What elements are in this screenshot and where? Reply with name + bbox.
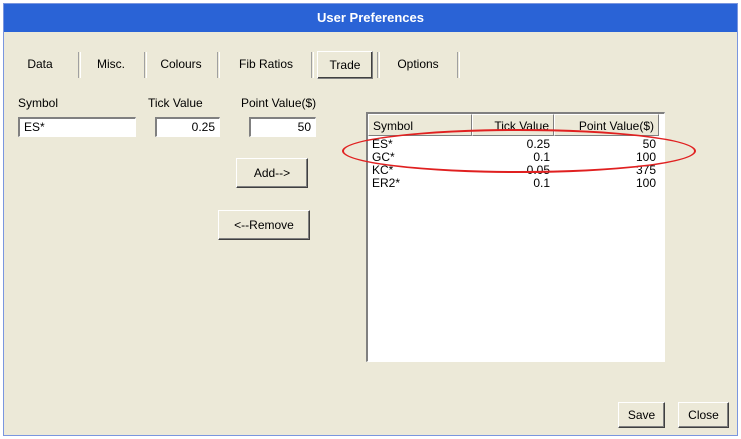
dialog-title: User Preferences (4, 4, 737, 32)
tab-separator (457, 52, 460, 78)
tab-misc[interactable]: Misc. (84, 50, 138, 78)
tab-separator (217, 52, 220, 78)
tab-separator (144, 52, 147, 78)
user-preferences-dialog: User Preferences Data Misc. Colours Fib … (3, 3, 738, 436)
list-item[interactable]: ES* 0.25 50 (368, 138, 664, 151)
symbol-label: Symbol (18, 96, 59, 110)
list-item[interactable]: KC* 0.05 375 (368, 164, 664, 177)
tab-trade[interactable]: Trade (317, 51, 373, 79)
tab-fib-ratios[interactable]: Fib Ratios (224, 50, 308, 78)
column-header-tick-value[interactable]: Tick Value (472, 114, 554, 136)
point-value-label: Point Value($) (241, 96, 317, 110)
tick-value-label: Tick Value (148, 96, 203, 110)
point-value-input[interactable]: 50 (249, 117, 316, 137)
tab-strip: Data Misc. Colours Fib Ratios Trade Opti… (4, 50, 737, 80)
add-button[interactable]: Add--> (236, 158, 308, 188)
cell-tick-value: 0.1 (533, 176, 550, 190)
cell-symbol: ER2* (372, 176, 401, 190)
list-item[interactable]: ER2* 0.1 100 (368, 177, 664, 190)
column-header-point-value[interactable]: Point Value($) (554, 114, 659, 136)
tick-value-input[interactable]: 0.25 (155, 117, 220, 137)
tab-separator (78, 52, 81, 78)
list-header: Symbol Tick Value Point Value($) (368, 114, 664, 136)
tab-data[interactable]: Data (18, 50, 62, 78)
save-button[interactable]: Save (618, 402, 665, 428)
column-header-symbol[interactable]: Symbol (368, 114, 472, 136)
tab-colours[interactable]: Colours (150, 50, 212, 78)
tab-options[interactable]: Options (384, 50, 452, 78)
cell-point-value: 100 (635, 176, 656, 190)
list-item[interactable]: GC* 0.1 100 (368, 151, 664, 164)
tab-separator (311, 52, 314, 78)
symbol-input[interactable]: ES* (18, 117, 136, 137)
remove-button[interactable]: <--Remove (218, 210, 310, 240)
tab-separator (377, 52, 380, 78)
symbols-list[interactable]: Symbol Tick Value Point Value($) ES* 0.2… (366, 112, 665, 362)
close-button[interactable]: Close (678, 402, 729, 428)
